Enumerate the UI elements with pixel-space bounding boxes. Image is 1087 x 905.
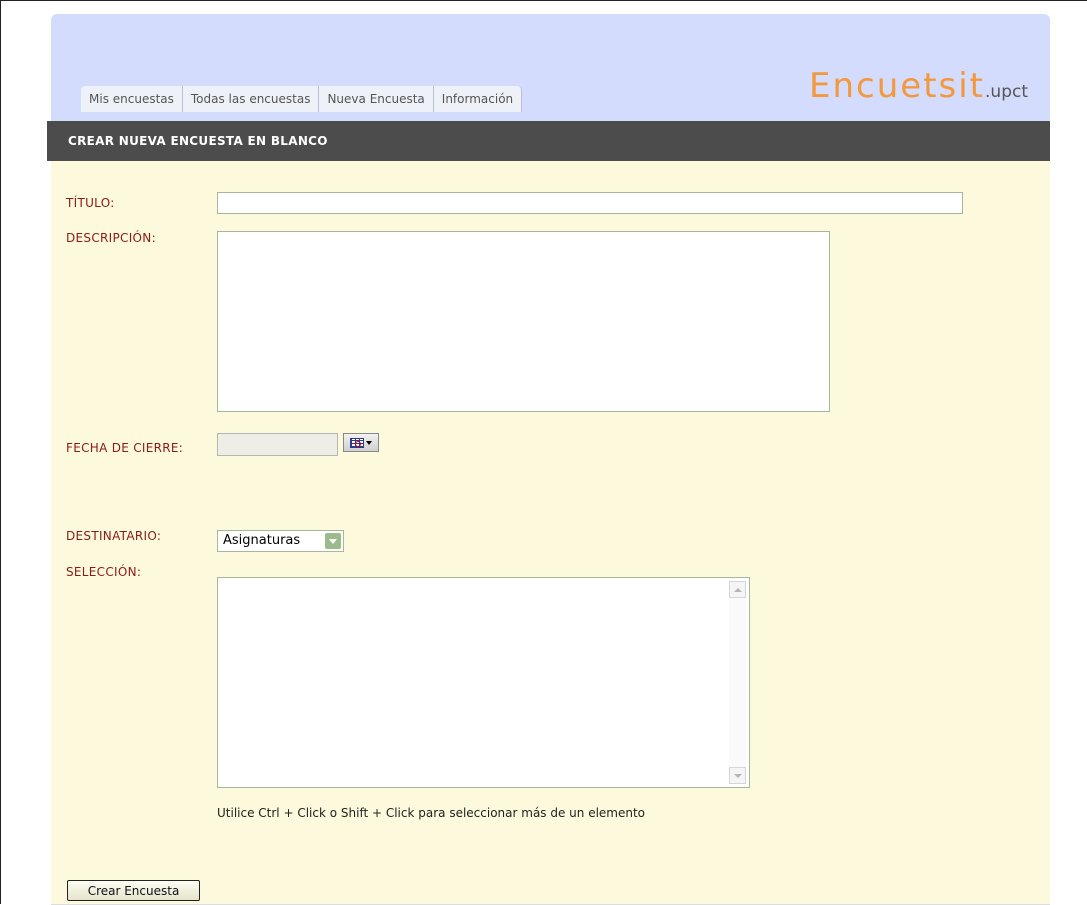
tab-informacion[interactable]: Información [433, 86, 523, 112]
destinatario-select[interactable]: Asignaturas [217, 530, 344, 552]
form-area: TÍTULO: DESCRIPCIÓN: FECHA DE CIERRE: DE… [51, 161, 1050, 905]
arrow-down-icon[interactable] [729, 767, 746, 784]
fecha-cierre-label: FECHA DE CIERRE: [66, 441, 184, 455]
selection-hint: Utilice Ctrl + Click o Shift + Click par… [217, 806, 646, 820]
tab-nueva-encuesta[interactable]: Nueva Encuesta [319, 86, 434, 112]
nav-tabs: Mis encuestas Todas las encuestas Nueva … [81, 84, 523, 121]
tab-todas-las-encuestas[interactable]: Todas las encuestas [182, 86, 320, 112]
caret-down-icon [366, 440, 372, 445]
titulo-input[interactable] [217, 192, 963, 214]
header: Mis encuestas Todas las encuestas Nueva … [51, 14, 1050, 121]
section-title: CREAR NUEVA ENCUESTA EN BLANCO [68, 134, 328, 148]
arrow-up-icon[interactable] [729, 581, 746, 598]
seleccion-label: SELECCIÓN: [66, 565, 142, 579]
chevron-down-icon[interactable] [325, 533, 341, 549]
destinatario-label: DESTINATARIO: [66, 529, 162, 543]
listbox-scrollbar[interactable] [729, 581, 746, 784]
window-frame-left [0, 0, 1, 904]
descripcion-label: DESCRIPCIÓN: [66, 231, 156, 245]
fecha-cierre-input[interactable] [217, 433, 338, 456]
tab-mis-encuestas[interactable]: Mis encuestas [81, 86, 183, 112]
section-title-bar: CREAR NUEVA ENCUESTA EN BLANCO [47, 121, 1050, 161]
logo-main-text: Encuetsit [809, 66, 986, 106]
page: Mis encuestas Todas las encuestas Nueva … [47, 14, 1050, 905]
destinatario-selected-value: Asignaturas [223, 533, 301, 548]
logo: Encuetsit.upct [809, 66, 1028, 106]
titulo-label: TÍTULO: [66, 196, 115, 210]
window-frame-top [0, 0, 1087, 1]
logo-sub-text: .upct [985, 82, 1028, 102]
calendar-button[interactable] [343, 433, 379, 452]
descripcion-textarea[interactable] [217, 231, 830, 412]
seleccion-listbox[interactable] [217, 577, 750, 788]
calendar-icon [350, 437, 364, 448]
crear-encuesta-button[interactable]: Crear Encuesta [67, 880, 200, 901]
